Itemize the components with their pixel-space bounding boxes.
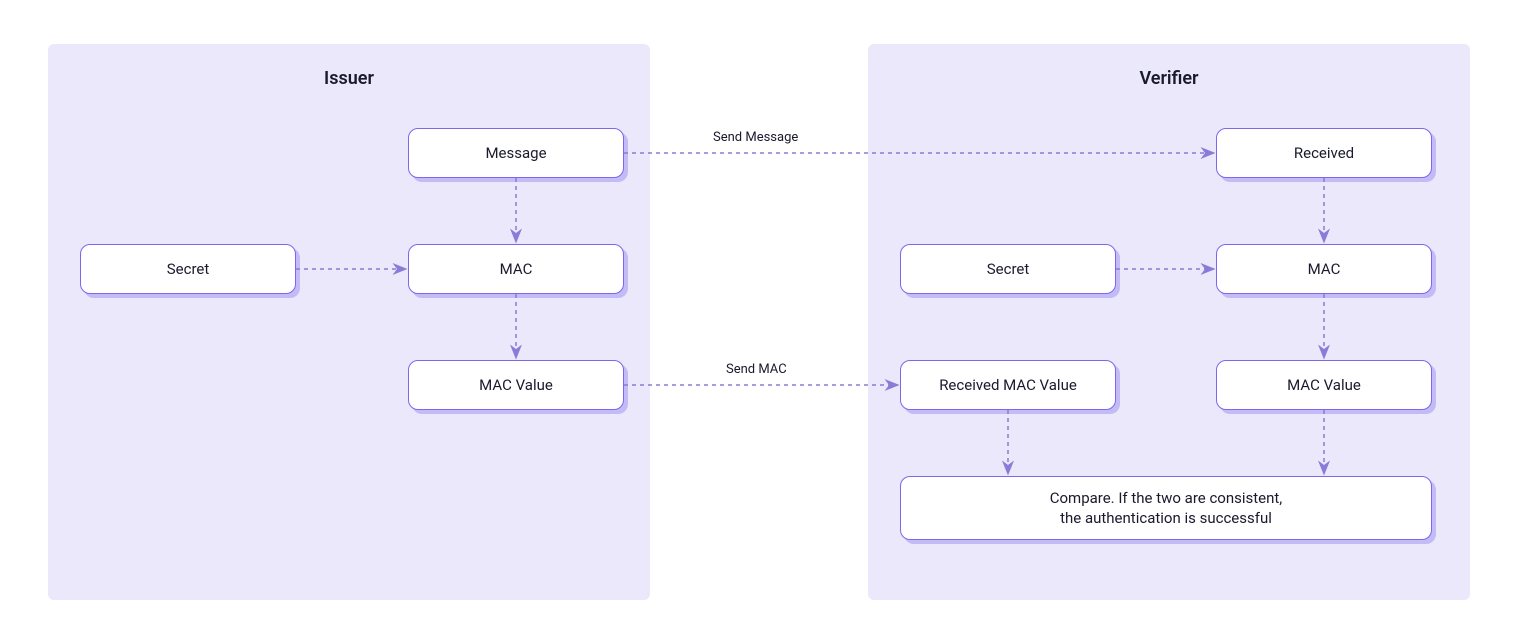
issuer-message-label: Message (485, 143, 546, 163)
issuer-title: Issuer (48, 68, 650, 89)
issuer-mac-value-node: MAC Value (408, 360, 624, 410)
issuer-mac-label: MAC (500, 259, 533, 279)
verifier-secret-node: Secret (900, 244, 1116, 294)
verifier-received-mac-value-node: Received MAC Value (900, 360, 1116, 410)
verifier-received-node: Received (1216, 128, 1432, 178)
issuer-secret-label: Secret (167, 259, 210, 279)
verifier-title: Verifier (868, 68, 1470, 89)
verifier-mac-node: MAC (1216, 244, 1432, 294)
issuer-secret-node: Secret (80, 244, 296, 294)
verifier-compare-label: Compare. If the two are consistent, the … (1050, 488, 1283, 529)
verifier-secret-label: Secret (987, 259, 1030, 279)
send-message-label: Send Message (713, 130, 798, 145)
verifier-mac-value-label: MAC Value (1287, 375, 1361, 395)
verifier-compare-node: Compare. If the two are consistent, the … (900, 476, 1432, 540)
send-mac-label: Send MAC (726, 362, 787, 377)
verifier-received-mac-value-label: Received MAC Value (939, 375, 1077, 395)
issuer-mac-node: MAC (408, 244, 624, 294)
verifier-mac-label: MAC (1308, 259, 1341, 279)
verifier-mac-value-node: MAC Value (1216, 360, 1432, 410)
issuer-message-node: Message (408, 128, 624, 178)
verifier-received-label: Received (1294, 143, 1354, 163)
issuer-mac-value-label: MAC Value (479, 375, 553, 395)
